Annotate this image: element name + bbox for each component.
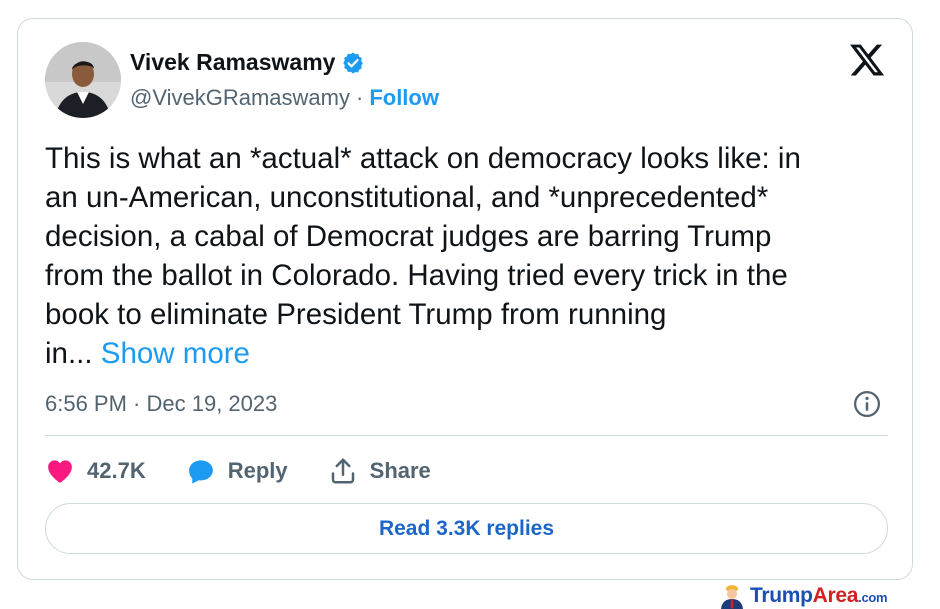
action-bar: 42.7K Reply Share — [45, 451, 471, 491]
watermark-text: TrumpArea.com — [750, 584, 888, 608]
avatar[interactable] — [45, 42, 121, 118]
tweet-body: This is what an *actual* attack on democ… — [45, 142, 801, 370]
trump-figure-icon — [721, 585, 743, 609]
reply-label: Reply — [227, 458, 288, 483]
handle-row: @VivekGRamaswamy · Follow — [130, 85, 439, 111]
display-name[interactable]: Vivek Ramaswamy — [130, 49, 335, 76]
info-icon[interactable] — [852, 389, 882, 419]
share-label: Share — [369, 458, 431, 483]
watermark-trump: Trump — [750, 584, 813, 607]
separator-dot: · — [355, 85, 364, 110]
user-name-row: Vivek Ramaswamy — [130, 49, 365, 76]
divider — [45, 435, 888, 436]
x-logo-icon[interactable] — [848, 41, 886, 79]
avatar-photo — [45, 42, 121, 118]
watermark-logo: TrumpArea.com — [718, 583, 888, 609]
show-more-link[interactable]: Show more — [101, 337, 250, 370]
watermark-area: Area — [812, 584, 859, 607]
share-upload-icon — [331, 458, 354, 484]
like-button[interactable]: 42.7K — [45, 456, 146, 486]
verified-badge-icon — [343, 52, 364, 73]
like-count: 42.7K — [87, 458, 146, 483]
speech-bubble-icon — [188, 460, 213, 484]
heart-icon — [48, 460, 72, 483]
watermark-com: .com — [858, 590, 888, 605]
user-handle[interactable]: @VivekGRamaswamy — [130, 85, 350, 111]
share-button[interactable]: Share — [328, 456, 431, 486]
read-replies-button[interactable]: Read 3.3K replies — [45, 503, 888, 554]
tweet-card: Vivek Ramaswamy @VivekGRamaswamy · Follo… — [17, 18, 913, 580]
follow-button[interactable]: Follow — [369, 85, 439, 111]
tweet-text: This is what an *actual* attack on democ… — [45, 139, 890, 373]
tweet-timestamp[interactable]: 6:56 PM · Dec 19, 2023 — [45, 391, 277, 417]
reply-button[interactable]: Reply — [186, 456, 288, 486]
